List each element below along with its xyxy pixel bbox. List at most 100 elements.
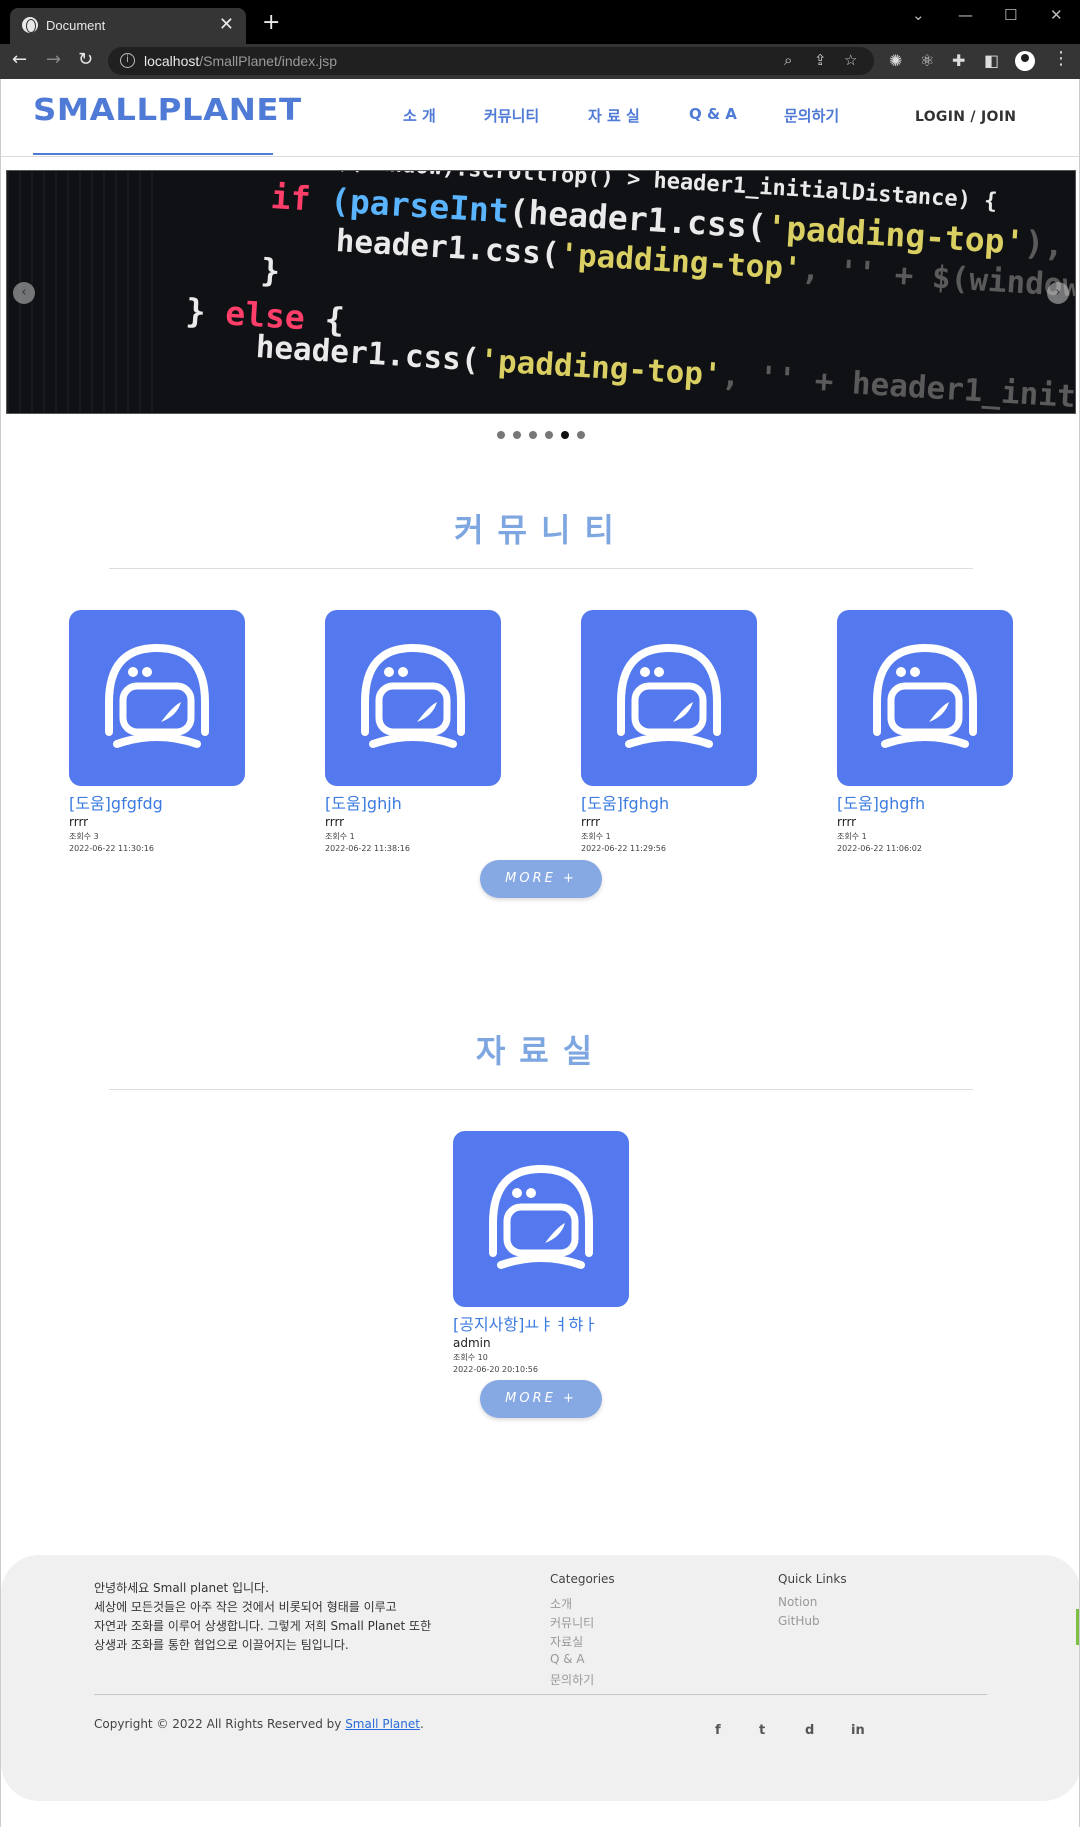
post-title[interactable]: [도움]fghgh [581, 790, 669, 814]
astronaut-helmet-icon[interactable] [69, 610, 245, 786]
library-more-button[interactable]: MORE + [480, 1380, 602, 1418]
library-divider [109, 1089, 973, 1090]
post-views: 조회수 10 [453, 1353, 488, 1362]
footer-about-line: 자연과 조화를 이루어 상생합니다. 그렇게 저희 Small Planet 또… [94, 1619, 432, 1633]
linkedin-icon[interactable]: in [851, 1723, 865, 1738]
slider-next-icon[interactable]: › [1047, 282, 1069, 304]
side-panel-icon[interactable]: ◧ [984, 51, 999, 70]
close-window-button[interactable]: ✕ [1050, 6, 1063, 24]
slider-dot[interactable] [513, 431, 521, 439]
site-footer: 안녕하세요 Small planet 입니다. 세상에 모든것들은 아주 작은 … [1, 1555, 1079, 1801]
browser-tab[interactable]: Document ✕ [10, 8, 246, 44]
post-title[interactable]: [도움]ghgfh [837, 790, 925, 814]
profile-avatar-icon[interactable] [1015, 51, 1035, 71]
footer-about-line: 안녕하세요 Small planet 입니다. [94, 1581, 269, 1595]
slider-dot[interactable] [545, 431, 553, 439]
copyright-suffix: . [419, 1717, 424, 1731]
browser-titlebar: Document ✕ + ⌄ — ☐ ✕ [0, 0, 1080, 44]
browser-menu-icon[interactable]: ⋮ [1052, 48, 1070, 69]
forward-button[interactable]: → [46, 49, 61, 70]
post-date: 2022-06-22 11:06:02 [837, 844, 922, 853]
new-tab-button[interactable]: + [262, 10, 280, 35]
community-section-title: 커뮤니티 [454, 511, 628, 549]
footer-link-contact[interactable]: 문의하기 [550, 1671, 594, 1688]
maximize-button[interactable]: ☐ [1004, 6, 1017, 24]
post-author: rrrr [581, 815, 601, 829]
community-more-button[interactable]: MORE + [480, 860, 602, 898]
extensions-puzzle-icon[interactable]: ✚ [952, 51, 965, 70]
copyright-text: Copyright © 2022 All Rights Reserved by … [94, 1717, 424, 1731]
footer-link-library[interactable]: 자료실 [550, 1633, 583, 1650]
dribbble-icon[interactable]: d [805, 1723, 814, 1738]
astronaut-helmet-icon[interactable] [453, 1131, 629, 1307]
reload-button[interactable]: ↻ [78, 49, 93, 70]
post-views: 조회수 1 [837, 832, 867, 841]
astronaut-helmet-icon[interactable] [837, 610, 1013, 786]
community-divider [109, 568, 973, 569]
footer-divider [94, 1694, 987, 1695]
nav-community[interactable]: 커뮤니티 [484, 105, 539, 126]
post-views: 조회수 1 [581, 832, 611, 841]
code-line-3: } [259, 251, 282, 291]
post-date: 2022-06-22 11:29:56 [581, 844, 666, 853]
post-author: rrrr [837, 815, 857, 829]
post-author: admin [453, 1336, 491, 1350]
post-title[interactable]: [공지사항]ㅛㅑㅕ햐ㅏ [453, 1311, 598, 1335]
facebook-icon[interactable]: f [715, 1723, 721, 1738]
footer-categories-title: Categories [550, 1572, 615, 1586]
share-icon[interactable]: ⇪ [814, 51, 827, 69]
astronaut-helmet-icon[interactable] [581, 610, 757, 786]
tab-search-icon[interactable]: ⌄ [912, 6, 925, 24]
post-author: rrrr [325, 815, 345, 829]
astronaut-helmet-icon[interactable] [325, 610, 501, 786]
site-info-icon[interactable]: i [120, 53, 135, 68]
extension-react-icon[interactable]: ⚛ [920, 51, 934, 70]
footer-about-line: 상생과 조화를 통한 협업으로 이끌어지는 팀입니다. [94, 1638, 349, 1652]
back-button[interactable]: ← [12, 49, 27, 70]
slider-dot[interactable] [577, 431, 585, 439]
close-tab-icon[interactable]: ✕ [219, 14, 234, 35]
library-section-title: 자료실 [475, 1032, 607, 1070]
post-title[interactable]: [도움]ghjh [325, 790, 402, 814]
code-line-5: header1.css('padding-top', '' + header1_… [254, 329, 1076, 414]
page-edge-accent [1076, 1609, 1079, 1645]
url-text[interactable]: localhost/SmallPlanet/index.jsp [144, 53, 337, 69]
page-content: SMALLPLANET 소 개 커뮤니티 자 료 실 Q & A 문의하기 LO… [0, 79, 1080, 1827]
site-header: SMALLPLANET 소 개 커뮤니티 자 료 실 Q & A 문의하기 LO… [1, 79, 1079, 157]
footer-link-github[interactable]: GitHub [778, 1614, 820, 1628]
slider-prev-icon[interactable]: ‹ [13, 282, 35, 304]
site-logo[interactable]: SMALLPLANET [33, 93, 302, 128]
footer-about-line: 세상에 모든것들은 아주 작은 것에서 비롯되어 형태를 이루고 [94, 1600, 397, 1614]
tab-title: Document [46, 18, 106, 33]
nav-qna[interactable]: Q & A [689, 105, 737, 123]
footer-about: 안녕하세요 Small planet 입니다. 세상에 모든것들은 아주 작은 … [94, 1579, 431, 1655]
post-title[interactable]: [도움]gfgfdg [69, 790, 163, 814]
post-views: 조회수 1 [325, 832, 355, 841]
bookmark-star-icon[interactable]: ☆ [844, 51, 857, 69]
slider-dot[interactable] [529, 431, 537, 439]
copyright-link[interactable]: Small Planet [345, 1717, 420, 1731]
globe-icon [22, 17, 38, 33]
nav-library[interactable]: 자 료 실 [588, 105, 640, 126]
minimize-button[interactable]: — [958, 6, 973, 24]
twitter-icon[interactable]: t [759, 1723, 765, 1738]
footer-link-about[interactable]: 소개 [550, 1595, 572, 1612]
image-slider[interactable]: $(window).scrollTop() > header1_initialD… [6, 170, 1076, 414]
post-views: 조회수 3 [69, 832, 99, 841]
logo-underline [33, 153, 273, 155]
address-bar[interactable]: i localhost/SmallPlanet/index.jsp ⌕ ⇪ ☆ [108, 47, 874, 75]
slider-dot[interactable] [497, 431, 505, 439]
post-date: 2022-06-22 11:30:16 [69, 844, 154, 853]
zoom-icon[interactable]: ⌕ [784, 51, 792, 69]
footer-quicklinks-title: Quick Links [778, 1572, 847, 1586]
login-join-link[interactable]: LOGIN / JOIN [915, 109, 1016, 125]
slider-dot-active[interactable] [561, 431, 569, 439]
post-date: 2022-06-22 11:38:16 [325, 844, 410, 853]
footer-link-community[interactable]: 커뮤니티 [550, 1614, 594, 1631]
nav-about[interactable]: 소 개 [403, 105, 436, 126]
footer-link-qna[interactable]: Q & A [550, 1652, 585, 1666]
footer-link-notion[interactable]: Notion [778, 1595, 817, 1609]
nav-contact[interactable]: 문의하기 [784, 105, 839, 126]
post-author: rrrr [69, 815, 89, 829]
extension-gear-icon[interactable]: ✺ [889, 51, 902, 70]
